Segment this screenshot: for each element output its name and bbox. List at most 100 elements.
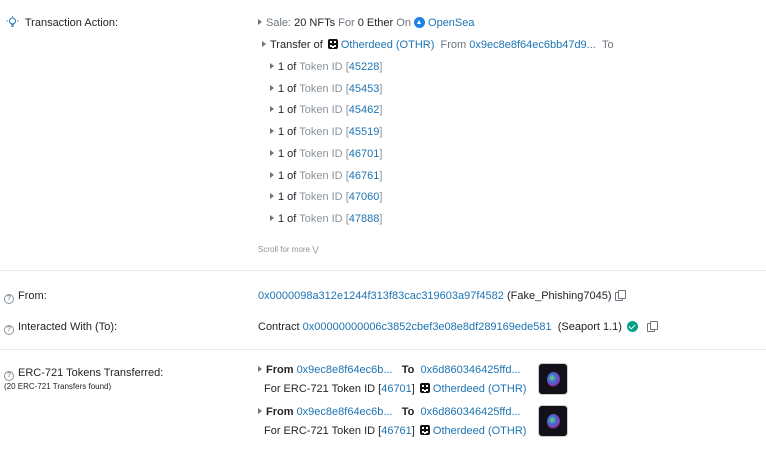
verified-check-icon bbox=[626, 321, 638, 332]
token-row: 1 of Token ID [47888] bbox=[270, 213, 382, 225]
copy-icon[interactable] bbox=[647, 321, 659, 332]
token-id-label: Token ID bbox=[299, 126, 343, 139]
erc721-transfer-line: From 0x9ec8e8f64ec6b... To 0x6d860346425… bbox=[258, 406, 521, 418]
caret-right-icon bbox=[270, 193, 274, 200]
token-qty: 1 of bbox=[278, 169, 297, 182]
token-id-label: Token ID bbox=[299, 61, 343, 73]
erc721-from-word: From bbox=[266, 406, 294, 418]
token-row: 1 of Token ID [46761] bbox=[270, 170, 382, 182]
scroll-more-hint: Scroll for more ⋁ bbox=[258, 245, 319, 254]
contract-address-link[interactable]: 0x00000000006c3852cbef3e08e8df289169ede5… bbox=[303, 321, 552, 333]
chevron-down-icon: ⋁ bbox=[312, 245, 319, 254]
token-id-link[interactable]: 45453 bbox=[349, 83, 380, 95]
sale-on-word: On bbox=[396, 17, 411, 29]
token-id-label: Token ID bbox=[299, 169, 343, 182]
erc721-label: ? ERC-721 Tokens Transferred: bbox=[4, 367, 163, 381]
caret-right-icon bbox=[270, 84, 274, 91]
erc721-token-id-link[interactable]: 46701 bbox=[381, 383, 412, 395]
interacted-with-label: ? Interacted With (To): bbox=[4, 321, 117, 335]
erc721-transfer-line: From 0x9ec8e8f64ec6b... To 0x6d860346425… bbox=[258, 364, 521, 376]
from-address-link[interactable]: 0x0000098a312e1244f313f83cac319603a97f45… bbox=[258, 290, 504, 302]
erc721-token-line: For ERC-721 Token ID [46701] Otherdeed (… bbox=[264, 383, 527, 395]
question-icon: ? bbox=[4, 294, 14, 304]
scroll-more-text: Scroll for more bbox=[258, 245, 311, 254]
question-icon: ? bbox=[4, 325, 14, 335]
erc721-from-address-link[interactable]: 0x9ec8e8f64ec6b... bbox=[297, 364, 393, 376]
interacted-with-label-text: Interacted With (To): bbox=[18, 321, 118, 333]
collection-link[interactable]: Otherdeed (OTHR) bbox=[341, 39, 435, 51]
token-qty: 1 of bbox=[278, 126, 297, 139]
token-id-link[interactable]: 47888 bbox=[349, 213, 380, 225]
erc721-to-address-link[interactable]: 0x6d860346425ffd... bbox=[421, 364, 521, 376]
token-row: 1 of Token ID [45519] bbox=[270, 126, 382, 138]
token-id-link[interactable]: 45228 bbox=[349, 61, 380, 73]
token-id-label: Token ID bbox=[299, 104, 343, 117]
from-name-tag: (Fake_Phishing7045) bbox=[506, 290, 612, 302]
caret-right-icon bbox=[258, 19, 262, 25]
transaction-action-label: Transaction Action: bbox=[6, 16, 118, 29]
sale-for-word: For bbox=[338, 17, 355, 29]
token-id-label: Token ID bbox=[299, 191, 343, 204]
caret-right-icon bbox=[262, 41, 266, 47]
divider bbox=[0, 349, 766, 350]
nft-thumbnail[interactable] bbox=[538, 363, 568, 395]
token-id-link[interactable]: 47060 bbox=[349, 191, 380, 203]
caret-right-icon bbox=[270, 63, 274, 69]
question-icon: ? bbox=[4, 371, 14, 381]
token-id-label: Token ID bbox=[299, 147, 343, 160]
contract-name-tag: (Seaport 1.1) bbox=[557, 321, 622, 333]
transaction-action-text: Transaction Action: bbox=[24, 17, 118, 29]
marketplace-link[interactable]: OpenSea bbox=[428, 17, 474, 29]
sale-nft-count: 20 NFTs bbox=[294, 17, 336, 29]
token-row: 1 of Token ID [45462] bbox=[270, 104, 382, 116]
transfer-from-address-link[interactable]: 0x9ec8e8f64ec6bb47d9... bbox=[469, 39, 596, 51]
token-id-link[interactable]: 46701 bbox=[349, 148, 380, 160]
token-qty: 1 of bbox=[278, 104, 297, 117]
contract-prefix: Contract bbox=[258, 321, 300, 333]
caret-right-icon bbox=[270, 171, 274, 178]
erc721-from-address-link[interactable]: 0x9ec8e8f64ec6b... bbox=[297, 406, 393, 418]
token-row: 1 of Token ID [47060] bbox=[270, 191, 382, 203]
token-qty: 1 of bbox=[278, 191, 297, 204]
erc721-for-text: For ERC-721 Token ID bbox=[264, 425, 376, 437]
erc721-label-text: ERC-721 Tokens Transferred: bbox=[18, 367, 164, 379]
otherdeed-icon bbox=[327, 39, 338, 49]
from-value: 0x0000098a312e1244f313f83cac319603a97f45… bbox=[258, 290, 626, 302]
token-id-link[interactable]: 46761 bbox=[349, 170, 380, 182]
caret-right-icon bbox=[258, 366, 262, 372]
token-row: 1 of Token ID [46701] bbox=[270, 148, 382, 160]
token-id-label: Token ID bbox=[299, 82, 343, 95]
erc721-token-id-link[interactable]: 46761 bbox=[381, 425, 412, 437]
token-row: 1 of Token ID [45228] bbox=[270, 61, 382, 73]
token-qty: 1 of bbox=[278, 61, 297, 73]
erc721-collection-link[interactable]: Otherdeed (OTHR) bbox=[433, 425, 527, 437]
nft-thumbnail[interactable] bbox=[538, 405, 568, 437]
caret-right-icon bbox=[258, 408, 262, 414]
otherdeed-icon bbox=[419, 383, 430, 393]
transfer-prefix: Transfer of bbox=[270, 39, 323, 51]
divider bbox=[0, 270, 766, 271]
copy-icon[interactable] bbox=[614, 290, 626, 301]
erc721-to-word: To bbox=[401, 364, 415, 376]
erc721-sub-label: (20 ERC-721 Transfers found) bbox=[4, 382, 112, 391]
erc721-token-line: For ERC-721 Token ID [46761] Otherdeed (… bbox=[264, 425, 527, 437]
erc721-collection-link[interactable]: Otherdeed (OTHR) bbox=[433, 383, 527, 395]
token-row: 1 of Token ID [45453] bbox=[270, 83, 382, 95]
caret-right-icon bbox=[270, 106, 274, 113]
erc721-from-word: From bbox=[266, 364, 294, 376]
erc721-for-text: For ERC-721 Token ID bbox=[264, 383, 376, 395]
erc721-to-address-link[interactable]: 0x6d860346425ffd... bbox=[421, 406, 521, 418]
caret-right-icon bbox=[270, 128, 274, 135]
caret-right-icon bbox=[270, 214, 274, 221]
token-qty: 1 of bbox=[278, 82, 297, 95]
token-id-label: Token ID bbox=[299, 212, 343, 225]
interacted-with-value: Contract 0x00000000006c3852cbef3e08e8df2… bbox=[258, 321, 659, 333]
transfer-from-word: From bbox=[440, 39, 467, 51]
erc721-to-word: To bbox=[401, 406, 415, 418]
token-id-link[interactable]: 45462 bbox=[349, 104, 380, 116]
transfer-line: Transfer of Otherdeed (OTHR) From 0x9ec8… bbox=[262, 39, 614, 51]
token-id-link[interactable]: 45519 bbox=[349, 126, 380, 138]
from-label: ? From: bbox=[4, 290, 47, 304]
sale-amount: 0 Ether bbox=[357, 17, 394, 29]
caret-right-icon bbox=[270, 149, 274, 156]
